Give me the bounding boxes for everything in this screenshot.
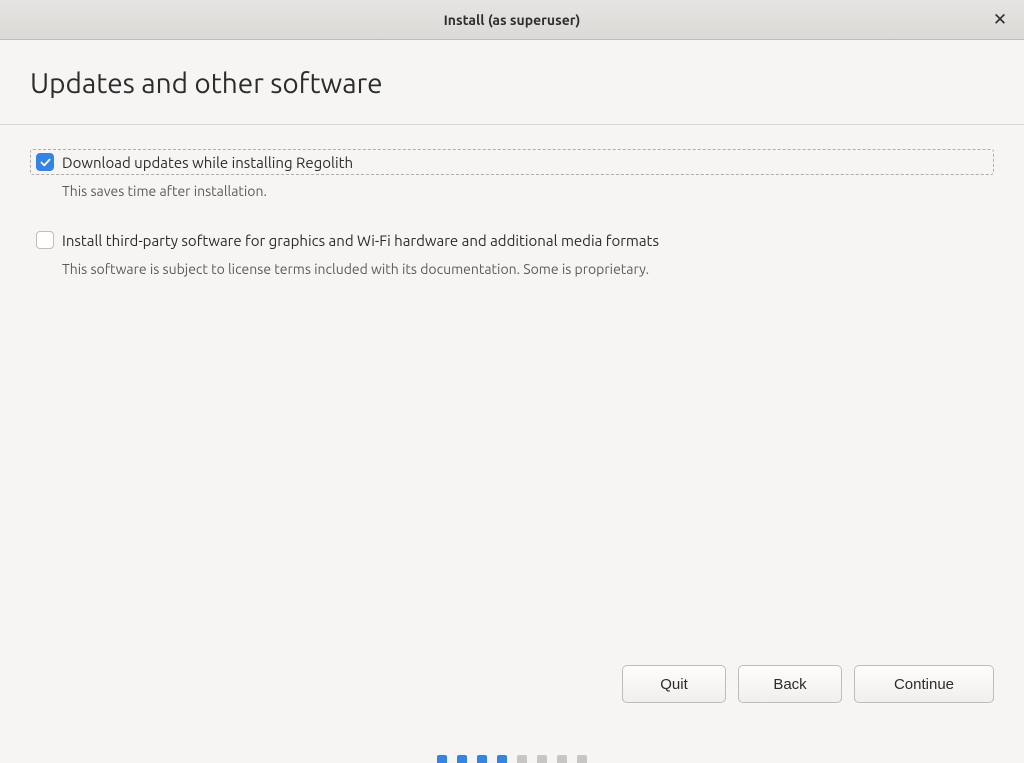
progress-dot (477, 755, 487, 763)
button-bar: Quit Back Continue (622, 665, 994, 703)
description-third-party: This software is subject to license term… (62, 261, 994, 277)
content-area: Updates and other software Download upda… (0, 40, 1024, 763)
option-download-updates: Download updates while installing Regoli… (30, 149, 994, 199)
close-icon: ✕ (993, 10, 1007, 30)
progress-dot (497, 755, 507, 763)
check-icon (39, 156, 52, 169)
progress-dot (437, 755, 447, 763)
quit-button[interactable]: Quit (622, 665, 726, 703)
back-button[interactable]: Back (738, 665, 842, 703)
progress-dot (517, 755, 527, 763)
page-header: Updates and other software (0, 40, 1024, 124)
label-third-party: Install third-party software for graphic… (62, 232, 659, 249)
description-download-updates: This saves time after installation. (62, 183, 994, 199)
titlebar: Install (as superuser) ✕ (0, 0, 1024, 40)
page-title: Updates and other software (30, 68, 994, 99)
progress-dot (457, 755, 467, 763)
continue-button[interactable]: Continue (854, 665, 994, 703)
option-row-third-party[interactable]: Install third-party software for graphic… (30, 227, 994, 253)
close-button[interactable]: ✕ (988, 8, 1012, 32)
option-third-party: Install third-party software for graphic… (30, 227, 994, 277)
progress-dot (537, 755, 547, 763)
option-row-download-updates[interactable]: Download updates while installing Regoli… (30, 149, 994, 175)
checkbox-download-updates[interactable] (36, 153, 54, 171)
progress-dot (577, 755, 587, 763)
checkbox-third-party[interactable] (36, 231, 54, 249)
progress-indicator (0, 755, 1024, 763)
label-download-updates: Download updates while installing Regoli… (62, 154, 353, 171)
window-title: Install (as superuser) (444, 12, 581, 28)
progress-dot (557, 755, 567, 763)
